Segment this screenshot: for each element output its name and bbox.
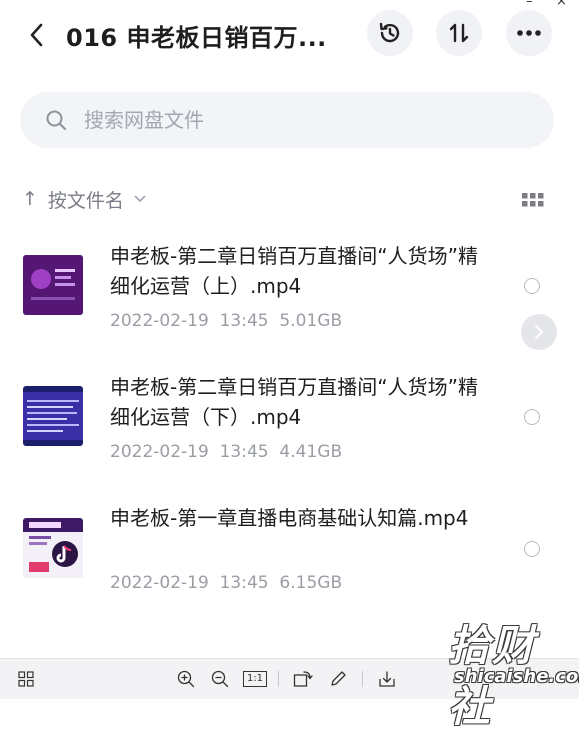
file-meta: 2022-02-19 13:45 5.01GB <box>110 311 342 331</box>
select-radio[interactable] <box>524 409 540 425</box>
page-title: 016 申老板日销百万... <box>66 24 327 52</box>
next-arrow-button[interactable] <box>521 314 557 350</box>
chevron-right-icon <box>535 325 543 339</box>
thumbnails-icon <box>18 671 34 687</box>
rotate-icon <box>293 671 313 687</box>
actual-size-label: 1:1 <box>242 671 268 687</box>
header: 016 申老板日销百万... <box>0 10 579 74</box>
file-date: 2022-02-19 13:45 <box>110 442 269 462</box>
file-size: 6.15GB <box>279 573 343 593</box>
watermark-url: shicaishe.com <box>454 666 579 687</box>
back-button[interactable] <box>22 20 52 50</box>
thumbnails-button[interactable] <box>16 669 36 689</box>
zoom-in-button[interactable] <box>176 669 196 689</box>
download-button[interactable] <box>377 669 397 689</box>
file-size: 4.41GB <box>279 442 343 462</box>
video-thumbnail-icon <box>23 386 83 446</box>
edit-button[interactable] <box>328 669 348 689</box>
video-thumbnail-icon <box>23 255 83 315</box>
search-icon <box>46 110 66 130</box>
zoom-out-icon <box>211 670 229 688</box>
sort-arrows-icon <box>449 23 469 43</box>
sort-direction-icon: ↑ <box>22 188 38 210</box>
sort-label: 按文件名 <box>47 189 124 212</box>
minimize-button[interactable]: – <box>526 0 533 9</box>
select-radio[interactable] <box>524 278 540 294</box>
rotate-button[interactable] <box>293 669 313 689</box>
file-item[interactable]: 申老板-第二章日销百万直播间“人货场”精细化运营（上）.mp4 2022-02-… <box>0 236 579 356</box>
zoom-in-icon <box>177 670 195 688</box>
zoom-out-button[interactable] <box>210 669 230 689</box>
watermark-logo: 拾财社 shicaishe.com <box>448 612 579 731</box>
file-name: 申老板-第一章直播电商基础认知篇.mp4 <box>110 506 469 530</box>
select-radio[interactable] <box>524 541 540 557</box>
toolbar-divider <box>278 671 279 687</box>
file-size: 5.01GB <box>279 311 343 331</box>
file-date: 2022-02-19 13:45 <box>110 573 269 593</box>
sort-selector[interactable]: ↑ 按文件名 <box>22 184 146 214</box>
file-item[interactable]: 申老板-第二章日销百万直播间“人货场”精细化运营（下）.mp4 2022-02-… <box>0 367 579 487</box>
more-dots-icon <box>517 30 541 36</box>
file-name: 申老板-第二章日销百万直播间“人货场”精细化运营（下）.mp4 <box>110 375 478 429</box>
pencil-icon <box>331 671 346 686</box>
file-name: 申老板-第二章日销百万直播间“人货场”精细化运营（上）.mp4 <box>110 244 478 298</box>
search-input[interactable] <box>82 107 506 133</box>
file-item[interactable]: 申老板-第一章直播电商基础认知篇.mp4 2022-02-19 13:45 6.… <box>0 498 579 618</box>
chevron-left-icon <box>30 23 43 47</box>
file-date: 2022-02-19 13:45 <box>110 311 269 331</box>
window-chrome: – × <box>0 0 579 12</box>
close-window-button[interactable]: × <box>556 0 567 9</box>
grid-view-icon[interactable] <box>522 192 544 208</box>
download-icon <box>379 671 395 687</box>
history-icon <box>379 22 400 43</box>
history-button[interactable] <box>367 10 413 56</box>
file-meta: 2022-02-19 13:45 4.41GB <box>110 442 342 462</box>
search-bar[interactable] <box>20 92 554 148</box>
chevron-down-icon <box>134 195 146 202</box>
more-button[interactable] <box>506 10 552 56</box>
actual-size-button[interactable]: 1:1 <box>242 669 268 689</box>
toolbar-divider <box>362 671 363 687</box>
video-thumbnail-icon <box>23 518 83 578</box>
file-meta: 2022-02-19 13:45 6.15GB <box>110 573 342 593</box>
sort-order-button[interactable] <box>436 10 482 56</box>
